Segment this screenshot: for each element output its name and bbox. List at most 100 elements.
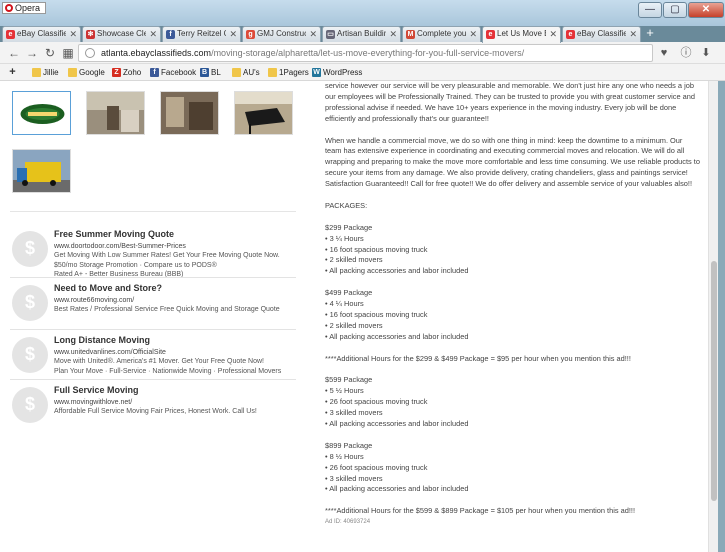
new-tab-button[interactable]: + — [643, 26, 657, 41]
sponsored-ad[interactable]: Need to Move and Store? www.route66moving… — [10, 283, 296, 333]
opera-menu-button[interactable]: Opera — [2, 2, 47, 14]
tab-favicon-icon: e — [6, 30, 15, 39]
packages-group-2: $599 Package • 5 ½ Hours • 26 foot spaciou… — [325, 375, 700, 495]
sponsored-ad[interactable]: Free Summer Moving Quote www.doortodoor.c… — [10, 229, 296, 279]
ad-title[interactable]: Need to Move and Store? — [54, 283, 162, 293]
tab-favicon-icon: ▭ — [326, 30, 335, 39]
intro-paragraph: service however our service will be very… — [325, 81, 695, 123]
browser-tab[interactable]: ✻Showcase Cleaning✕ — [82, 26, 161, 42]
ad-description-line: Plan Your Move · Full-Service · Nationwi… — [54, 367, 282, 375]
ad-id: Ad ID: 40693724 — [325, 519, 371, 526]
additional-hours-note-2: ****Additional Hours for the $599 & $899… — [325, 506, 635, 516]
tab-label: Showcase Cleaning — [97, 29, 146, 38]
info-icon: ⓘ — [680, 47, 692, 59]
window-titlebar: Opera — ▢ ✕ — [0, 0, 725, 26]
gallery-thumbnail-room[interactable] — [160, 91, 219, 135]
tab-favicon-icon: e — [486, 30, 495, 39]
tab-close-icon[interactable]: ✕ — [149, 27, 157, 41]
package-block: $899 Package • 8 ½ Hours • 26 foot spaciou… — [325, 441, 700, 496]
bookmark-item[interactable]: B BL — [200, 66, 221, 79]
bookmark-label: Google — [79, 68, 105, 77]
bookmark-label: AU's — [243, 68, 260, 77]
maximize-button[interactable]: ▢ — [663, 2, 687, 18]
bookmark-favicon-icon: Z — [112, 68, 121, 77]
ad-title[interactable]: Full Service Moving — [54, 385, 139, 395]
bookmark-favicon-icon: W — [312, 68, 321, 77]
browser-tab[interactable]: eLet Us Move Ev✕ — [482, 26, 561, 43]
browser-tab[interactable]: fTerry Reitzel Cons✕ — [162, 26, 241, 42]
bookmark-item[interactable]: Jillie — [32, 66, 59, 79]
bookmark-item[interactable]: AU's — [232, 66, 260, 79]
url-path: /moving-storage/alpharetta/let-us-move-e… — [211, 48, 525, 58]
gallery-thumbnail-logo[interactable] — [12, 91, 71, 135]
photo-icon — [13, 150, 70, 192]
page-scrollbar[interactable] — [708, 81, 718, 552]
tab-close-icon[interactable]: ✕ — [549, 27, 557, 41]
ad-url[interactable]: www.unitedvanlines.com/OfficialSite — [54, 349, 166, 356]
bookmarks-bar: + Jillie Google Z Zoho f Facebook B BL AU's 1Pager… — [0, 64, 725, 81]
scrollbar-thumb[interactable] — [711, 261, 717, 501]
package-feature: • All packing accessories and labor incl… — [325, 419, 469, 428]
gallery-thumbnail-truck[interactable] — [12, 149, 71, 193]
tab-close-icon[interactable]: ✕ — [629, 27, 637, 41]
ad-title[interactable]: Long Distance Moving — [54, 335, 150, 345]
download-button[interactable]: ⬇ — [699, 46, 713, 60]
navigation-toolbar: ← → ↻ ▦ atlanta.ebayclassifieds.com/movi… — [0, 42, 725, 64]
bookmark-item[interactable]: Google — [68, 66, 105, 79]
speed-dial-button[interactable]: ▦ — [60, 45, 76, 61]
dollar-icon — [12, 285, 48, 321]
photo-icon — [87, 92, 144, 134]
section-divider — [10, 211, 296, 212]
photo-icon — [235, 92, 292, 134]
browser-tab[interactable]: eeBay Classifieds✕ — [2, 26, 81, 42]
close-window-button[interactable]: ✕ — [688, 2, 724, 18]
sponsored-ad[interactable]: Full Service Moving www.movingwithlove.ne… — [10, 385, 296, 435]
bookmark-item[interactable]: 1Pagers — [268, 66, 309, 79]
gallery-thumbnail-piano[interactable] — [234, 91, 293, 135]
browser-tab[interactable]: eeBay Classifieds✕ — [562, 26, 641, 42]
globe-icon — [85, 48, 95, 58]
bookmark-favicon-icon: + — [9, 66, 16, 78]
bookmark-heart-button[interactable]: ♥ — [657, 46, 671, 60]
address-bar[interactable]: atlanta.ebayclassifieds.com/moving-stora… — [78, 44, 653, 62]
bookmark-label: 1Pagers — [279, 68, 309, 77]
tab-label: Terry Reitzel Cons — [177, 29, 226, 38]
package-feature: • 2 skilled movers — [325, 255, 383, 265]
back-button[interactable]: ← — [6, 45, 22, 61]
bookmark-item[interactable]: f Facebook — [150, 66, 196, 79]
sponsored-ad[interactable]: Long Distance Moving www.unitedvanlines.c… — [10, 335, 296, 385]
minimize-button[interactable]: — — [638, 2, 662, 18]
browser-tab[interactable]: ▭Artisan Building✕ — [322, 26, 401, 42]
package-feature: • All packing accessories and labor incl… — [325, 331, 469, 341]
ad-url[interactable]: www.movingwithlove.net/ — [54, 399, 132, 406]
ad-description: Move with United®. America's #1 Mover. G… — [54, 357, 294, 376]
ad-title[interactable]: Free Summer Moving Quote — [54, 229, 174, 239]
packages-heading: PACKAGES: — [325, 200, 368, 210]
package-feature: • 3 ¼ Hours — [325, 233, 364, 243]
tab-close-icon[interactable]: ✕ — [229, 27, 237, 41]
tab-strip: eeBay Classifieds✕✻Showcase Cleaning✕fTe… — [0, 26, 725, 43]
browser-tab[interactable]: gGMJ Construction✕ — [242, 26, 321, 42]
tab-close-icon[interactable]: ✕ — [389, 27, 397, 41]
browser-tab[interactable]: M Complete your ✕ — [402, 26, 481, 42]
ad-description-line: Affordable Full Service Moving Fair Pric… — [54, 408, 257, 415]
ad-url[interactable]: www.doortodoor.com/Best-Summer-Prices — [54, 243, 186, 250]
download-icon: ⬇ — [701, 47, 711, 59]
tab-close-icon[interactable]: ✕ — [69, 27, 77, 41]
dollar-icon — [12, 231, 48, 267]
reload-button[interactable]: ↻ — [42, 45, 58, 61]
package-price: $899 Package — [325, 440, 373, 450]
gallery-thumbnail-movers[interactable] — [86, 91, 145, 135]
ad-url[interactable]: www.route66moving.com/ — [54, 297, 134, 304]
add-bookmark-button[interactable]: + — [8, 66, 19, 79]
bookmark-item[interactable]: W WordPress — [312, 66, 362, 79]
tab-label: Complete your — [417, 29, 466, 38]
forward-button[interactable]: → — [24, 45, 40, 61]
extensions-button[interactable]: ⓘ — [679, 46, 693, 60]
tab-favicon-icon: ✻ — [86, 30, 95, 39]
bookmark-item[interactable]: Z Zoho — [112, 66, 141, 79]
window-frame — [718, 81, 725, 552]
package-feature: • All packing accessories and labor incl… — [325, 266, 469, 276]
tab-close-icon[interactable]: ✕ — [309, 27, 317, 41]
tab-close-icon[interactable]: ✕ — [469, 27, 477, 41]
